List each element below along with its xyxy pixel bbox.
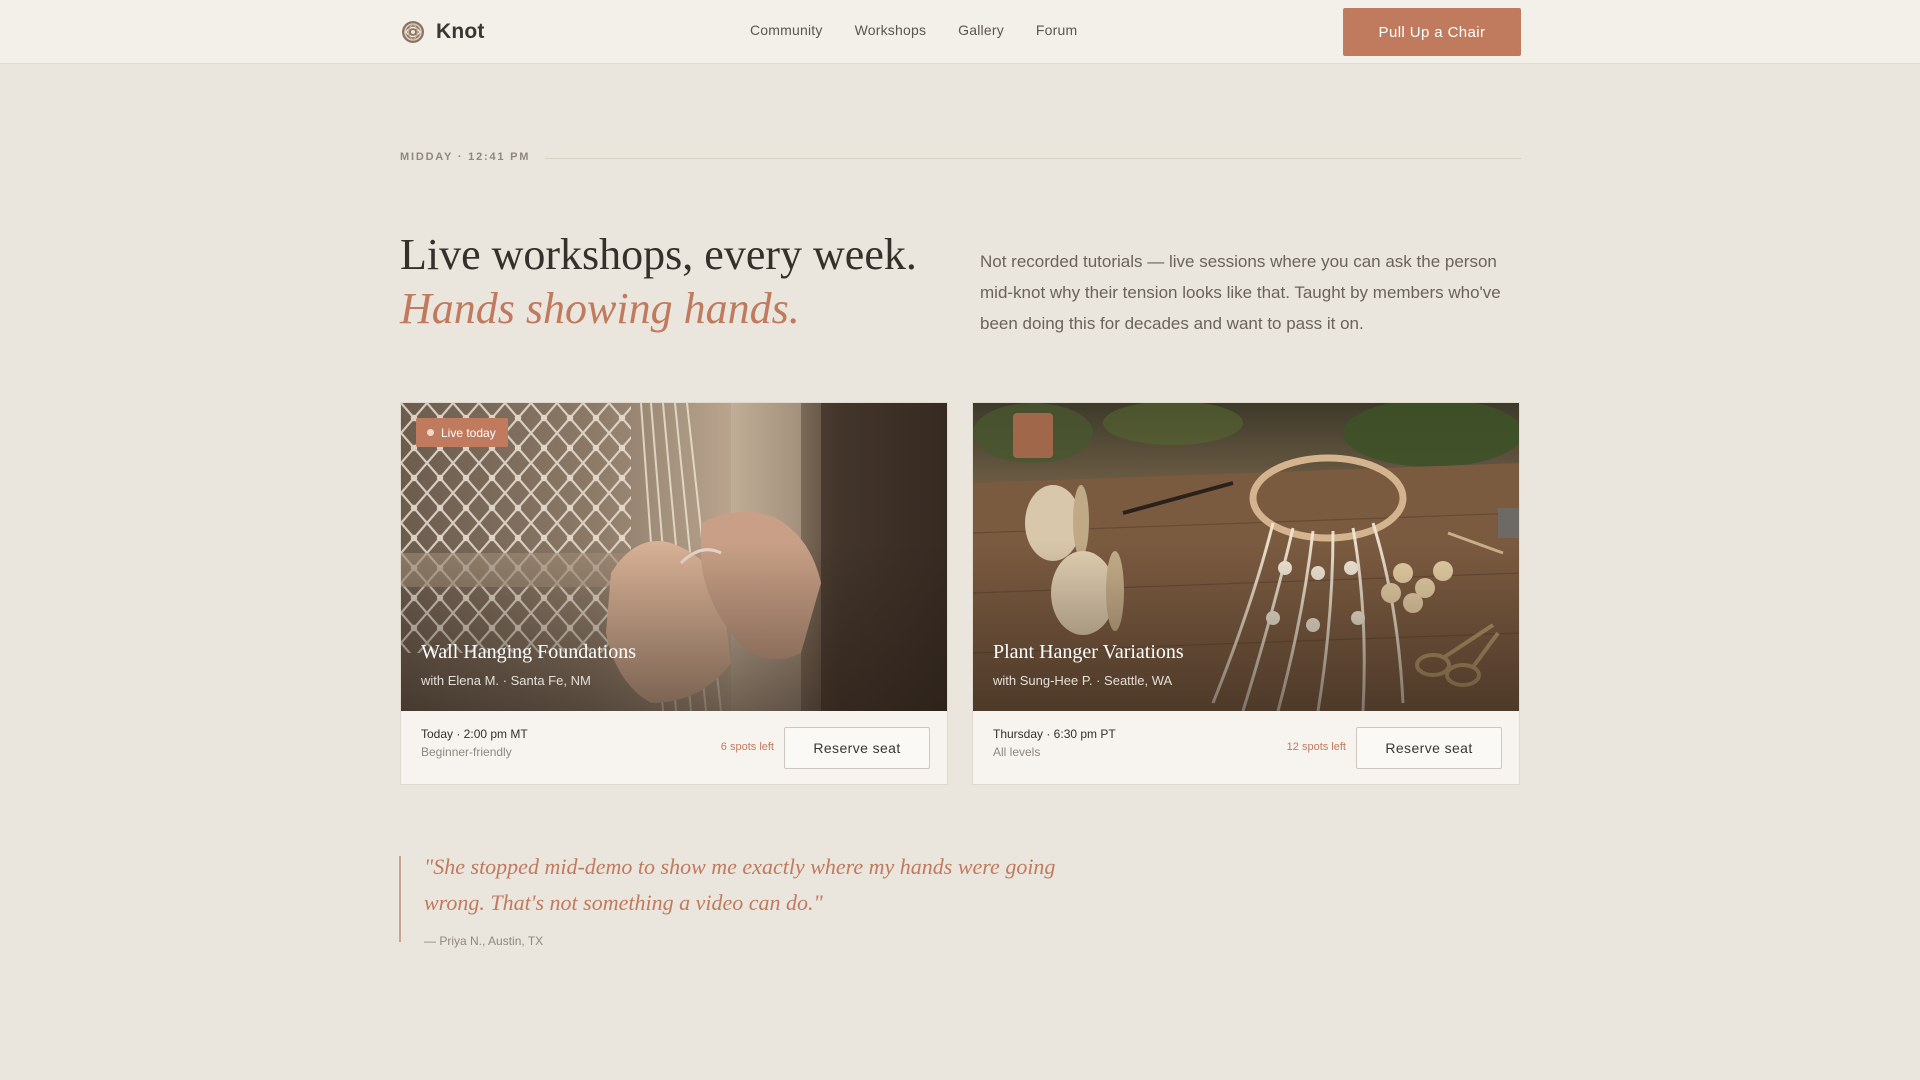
testimonial-quote: "She stopped mid-demo to show me exactly…: [424, 854, 1056, 915]
image-overlay: [973, 403, 1519, 711]
workshop-title[interactable]: Wall Hanging Foundations: [421, 641, 636, 664]
hero-subtitle: Hands showing hands.: [400, 284, 800, 333]
workshop-card-plant-hanger[interactable]: Plant Hanger Variations with Sung-Hee P.…: [972, 402, 1520, 785]
nav-item-forum[interactable]: Forum: [1036, 22, 1077, 38]
workshop-host: with Elena M. · Santa Fe, NM: [421, 673, 591, 688]
top-navigation-bar: Knot Community Workshops Gallery Forum P…: [0, 0, 1920, 64]
workshop-host: with Sung-Hee P. · Seattle, WA: [993, 673, 1173, 688]
brand[interactable]: Knot: [400, 18, 485, 46]
main-nav: Community Workshops Gallery Forum: [750, 22, 1077, 38]
nav-item-community[interactable]: Community: [750, 22, 823, 38]
workshop-level: Beginner-friendly: [421, 745, 512, 759]
brand-name: Knot: [436, 20, 485, 43]
reserve-seat-button[interactable]: Reserve seat: [1356, 727, 1502, 769]
time-of-day-label: MIDDAY · 12:41 PM: [400, 151, 531, 163]
spots-left: 6 spots left: [720, 741, 774, 753]
hero-heading: Live workshops, every week. Hands showin…: [400, 228, 917, 336]
workshop-level: All levels: [993, 745, 1041, 759]
hero-description: Not recorded tutorials — live sessions w…: [980, 252, 1501, 333]
testimonial-author: — Priya N., Austin, TX: [424, 934, 544, 948]
divider: [545, 158, 1521, 159]
quote-accent-bar: [399, 856, 401, 942]
pull-up-a-chair-button[interactable]: Pull Up a Chair: [1343, 8, 1521, 56]
reserve-seat-button[interactable]: Reserve seat: [784, 727, 930, 769]
live-dot-icon: [427, 429, 434, 436]
workshop-title[interactable]: Plant Hanger Variations: [993, 641, 1184, 664]
workshop-time: Thursday · 6:30 pm PT: [993, 727, 1116, 741]
spots-left: 12 spots left: [1286, 741, 1346, 753]
hero-title: Live workshops, every week.: [400, 230, 917, 279]
workshop-card-wall-hanging[interactable]: Live today Wall Hanging Foundations with…: [400, 402, 948, 785]
image-overlay: [401, 403, 947, 711]
workshop-time: Today · 2:00 pm MT: [421, 727, 528, 741]
live-badge-label: Live today: [441, 425, 496, 440]
live-today-badge: Live today: [416, 418, 508, 447]
knot-logo-icon: [402, 21, 424, 43]
nav-item-gallery[interactable]: Gallery: [958, 22, 1004, 38]
nav-item-workshops[interactable]: Workshops: [855, 22, 927, 38]
